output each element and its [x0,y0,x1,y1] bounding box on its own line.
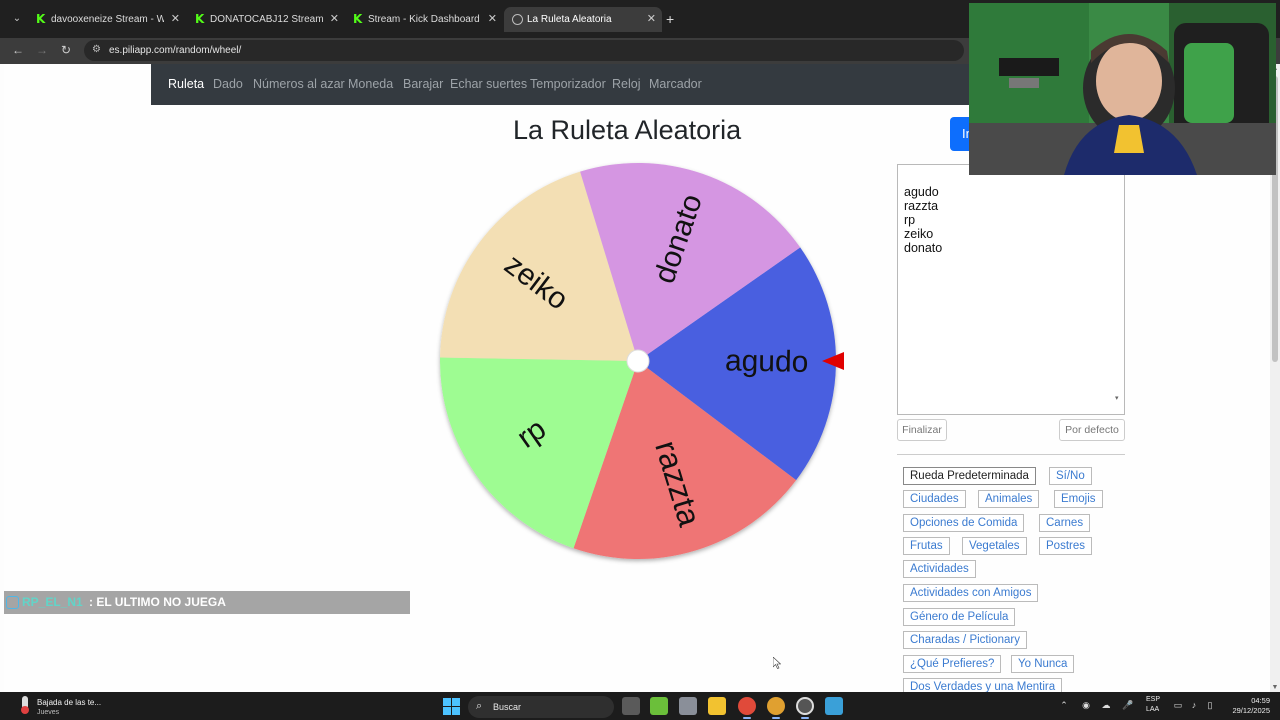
preset-animals[interactable]: Animales [978,490,1040,508]
browser-tab-active[interactable]: La Ruleta Aleatoria ✕ [504,7,662,32]
running-indicator [801,717,809,719]
taskbar-search-box[interactable]: ⌕ Buscar [468,696,614,718]
url-text[interactable]: es.piliapp.com/random/wheel/ [109,40,241,61]
scroll-down-arrow-icon[interactable]: ▼ [1271,684,1279,691]
file-explorer-icon[interactable] [708,697,726,715]
windows-start-icon[interactable] [443,698,460,715]
tray-app-icon[interactable]: ◉ [1080,699,1092,711]
windows-taskbar: Bajada de las te... Jueves ⌕ Buscar ⌃ ◉ … [0,692,1280,720]
globe-icon [512,14,523,25]
input-layout[interactable]: LAA [1146,706,1159,713]
preset-activities-with-friends[interactable]: Actividades con Amigos [903,584,1039,602]
spin-wheel[interactable]: agudorazztarpzeiko donato [434,156,854,576]
tab-title: DONATOCABJ12 Stream - Watch Live [210,14,323,25]
webcam-overlay [969,3,1276,175]
preset-movie-genre[interactable]: Género de Película [903,608,1016,626]
preset-charades-pictionary[interactable]: Charadas / Pictionary [903,631,1027,649]
kick-logo-icon: K [353,12,363,26]
browser-tab[interactable]: K Stream - Kick Dashboard ✕ [345,7,503,32]
wheel-segment-label: agudo [725,344,809,378]
preset-fruits[interactable]: Frutas [903,537,950,555]
nav-dado[interactable]: Dado [213,64,243,105]
address-bar[interactable]: ⚙ es.piliapp.com/random/wheel/ [84,40,964,61]
chrome-profile-icon[interactable] [767,697,785,715]
back-arrow-icon[interactable]: ← [9,41,27,59]
tray-app-icon[interactable]: ☁ [1100,699,1112,711]
tab-search-chevron-icon[interactable]: ⌄ [8,10,26,28]
nav-reloj[interactable]: Reloj [612,64,641,105]
finalize-button[interactable]: Finalizar [897,419,947,441]
task-view-icon[interactable] [622,697,640,715]
nav-barajar[interactable]: Barajar [403,64,443,105]
nav-ruleta[interactable]: Ruleta [168,64,204,105]
preset-would-you-rather[interactable]: ¿Qué Prefieres? [903,655,1002,673]
clock-date[interactable]: 29/12/2025 [1232,706,1270,715]
network-icon[interactable]: ▭ [1172,699,1184,711]
site-info-icon[interactable]: ⚙ [92,43,106,57]
names-textarea[interactable] [897,164,1125,415]
preset-default-wheel[interactable]: Rueda Predeterminada [903,467,1036,485]
chat-username: RP_EL_N1 [22,595,83,609]
microphone-icon[interactable]: 🎤 [1122,699,1134,711]
news-widget-title[interactable]: Bajada de las te... [37,698,101,707]
nav-temporizador[interactable]: Temporizador [530,64,606,105]
textarea-resize-icon[interactable]: ▾ [1115,394,1119,402]
battery-icon[interactable]: ▯ [1204,699,1216,711]
stream-chat-message: RP_EL_N1 : EL ULTIMO NO JUEGA [4,591,410,614]
thermometer-icon[interactable] [18,695,32,715]
close-tab-icon[interactable]: ✕ [171,7,180,32]
preset-cities[interactable]: Ciudades [903,490,966,508]
chat-badge-icon [6,596,19,609]
reload-icon[interactable]: ↻ [57,41,75,59]
news-widget-subtitle: Jueves [37,709,60,716]
page-title: La Ruleta Aleatoria [513,115,742,145]
tab-title: La Ruleta Aleatoria [527,14,612,25]
forward-arrow-icon[interactable]: → [33,41,51,59]
nav-marcador[interactable]: Marcador [649,64,702,105]
show-hidden-icons-chevron-icon[interactable]: ⌃ [1058,699,1070,711]
app-icon[interactable] [650,697,668,715]
input-language[interactable]: ESP [1146,696,1160,703]
calculator-icon[interactable] [679,697,697,715]
mouse-cursor-icon [773,657,781,669]
volume-icon[interactable]: ♪ [1188,699,1200,711]
kick-logo-icon: K [36,12,46,26]
wheel-center-hub [626,349,650,373]
preset-yes-no[interactable]: Sí/No [1049,467,1092,485]
close-tab-icon[interactable]: ✕ [647,7,656,32]
browser-tab[interactable]: K DONATOCABJ12 Stream - Watch Live ✕ [187,7,345,32]
tab-title: davooxeneize Stream - Watch Live [51,14,164,25]
preset-never-have-i-ever[interactable]: Yo Nunca [1011,655,1075,673]
preset-desserts[interactable]: Postres [1039,537,1092,555]
kick-logo-icon: K [195,12,205,26]
preset-activities[interactable]: Actividades [903,560,976,578]
divider [897,454,1125,455]
preset-emojis[interactable]: Emojis [1054,490,1103,508]
site-navbar: Ruleta Dado Números al azar Moneda Baraj… [151,64,991,105]
default-button[interactable]: Por defecto [1059,419,1125,441]
search-placeholder: Buscar [493,702,522,712]
running-indicator [743,717,751,719]
nav-moneda[interactable]: Moneda [348,64,393,105]
running-indicator [772,717,780,719]
new-tab-icon[interactable]: + [666,10,674,28]
preset-meats[interactable]: Carnes [1039,514,1091,532]
browser-tab[interactable]: K davooxeneize Stream - Watch Live ✕ [28,7,186,32]
tab-title: Stream - Kick Dashboard [368,14,480,25]
clock-time[interactable]: 04:59 [1251,696,1270,705]
close-tab-icon[interactable]: ✕ [488,7,497,32]
obs-icon[interactable] [796,697,814,715]
notepad-icon[interactable] [825,697,843,715]
preset-two-truths-one-lie[interactable]: Dos Verdades y una Mentira [903,678,1063,692]
search-icon: ⌕ [476,700,483,712]
preset-vegetables[interactable]: Vegetales [962,537,1027,555]
preset-food-options[interactable]: Opciones de Comida [903,514,1025,532]
nav-numeros-al-azar[interactable]: Números al azar [253,64,345,105]
chat-message-text: : EL ULTIMO NO JUEGA [89,595,226,609]
nav-echar-suertes[interactable]: Echar suertes [450,64,527,105]
close-tab-icon[interactable]: ✕ [330,7,339,32]
chrome-icon[interactable] [738,697,756,715]
